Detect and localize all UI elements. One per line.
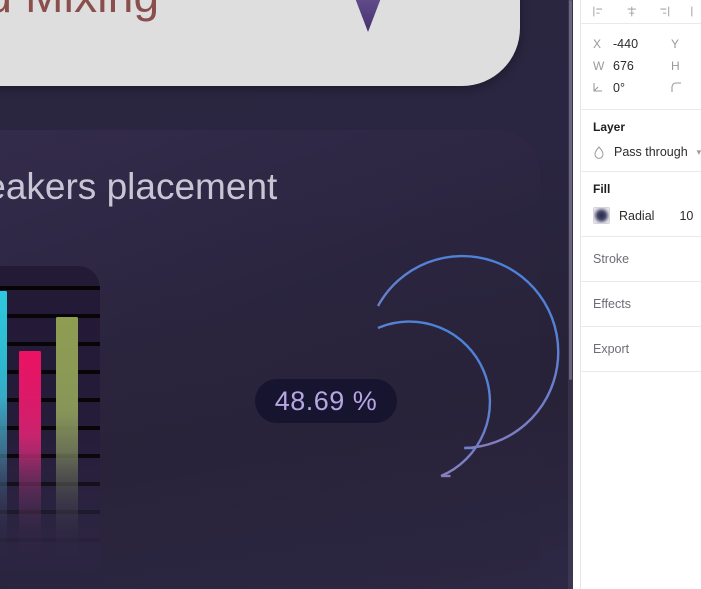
properties-panel: X -440 Y W 676 H 0° Layer Pass through ▾… xyxy=(580,0,701,589)
rotation-row[interactable]: 0° xyxy=(581,77,701,99)
bar-pink xyxy=(19,351,41,571)
effects-section[interactable]: Effects xyxy=(581,282,701,327)
header-title: rround Mixing xyxy=(0,0,159,26)
bar-cyan xyxy=(0,291,7,571)
transform-section: X -440 Y W 676 H 0° xyxy=(581,24,701,110)
align-left-icon[interactable] xyxy=(593,5,605,18)
align-top-icon[interactable] xyxy=(690,5,701,18)
design-canvas[interactable]: Speakers placement xyxy=(0,0,573,589)
fill-section: Fill Radial 10 xyxy=(581,172,701,237)
export-section[interactable]: Export xyxy=(581,327,701,372)
export-heading: Export xyxy=(593,342,630,356)
blend-mode-icon xyxy=(594,145,604,159)
fill-row[interactable]: Radial 10 xyxy=(593,207,701,224)
size-row[interactable]: W 676 H xyxy=(581,55,701,77)
stroke-heading: Stroke xyxy=(593,252,630,266)
layer-section: Layer Pass through ▾ xyxy=(581,110,701,172)
x-label: X xyxy=(593,37,602,51)
chevron-down-icon[interactable]: ▾ xyxy=(697,147,701,158)
w-label: W xyxy=(593,59,605,73)
app-root: Speakers placement xyxy=(0,0,701,589)
triangle-down-icon xyxy=(355,0,381,32)
align-horizontal-center-icon[interactable] xyxy=(626,5,638,18)
fill-heading: Fill xyxy=(593,182,611,196)
rotation-value[interactable]: 0° xyxy=(613,81,671,95)
canvas-artboard: Speakers placement xyxy=(0,0,573,589)
h-label: H xyxy=(671,59,680,73)
section-title: Speakers placement xyxy=(0,166,278,207)
fill-opacity[interactable]: 10 xyxy=(679,209,693,223)
fill-type[interactable]: Radial xyxy=(619,209,654,223)
rotation-angle-icon xyxy=(593,81,613,95)
header-card[interactable]: rround Mixing xyxy=(0,0,520,86)
radial-gradient-swatch[interactable] xyxy=(593,207,610,224)
align-right-icon[interactable] xyxy=(658,5,670,18)
gauge-value-pill: 48.69 % xyxy=(255,379,397,423)
blend-mode-row[interactable]: Pass through ▾ xyxy=(593,145,701,159)
effects-heading: Effects xyxy=(593,297,631,311)
blend-mode-value[interactable]: Pass through xyxy=(614,145,688,159)
w-value[interactable]: 676 xyxy=(613,59,671,73)
position-row[interactable]: X -440 Y xyxy=(581,33,701,55)
gauge-value-label: 48.69 % xyxy=(274,385,378,416)
y-label: Y xyxy=(671,37,680,51)
alignment-toolbar[interactable] xyxy=(581,0,701,24)
corner-radius-icon xyxy=(671,81,682,95)
bar-chart-card[interactable] xyxy=(0,266,100,571)
canvas-vertical-scrollbar[interactable] xyxy=(568,0,573,589)
stroke-section[interactable]: Stroke xyxy=(581,237,701,282)
chart-bars xyxy=(0,266,100,571)
layer-heading: Layer xyxy=(593,120,626,134)
x-value[interactable]: -440 xyxy=(613,37,671,51)
bar-olive xyxy=(56,317,78,571)
